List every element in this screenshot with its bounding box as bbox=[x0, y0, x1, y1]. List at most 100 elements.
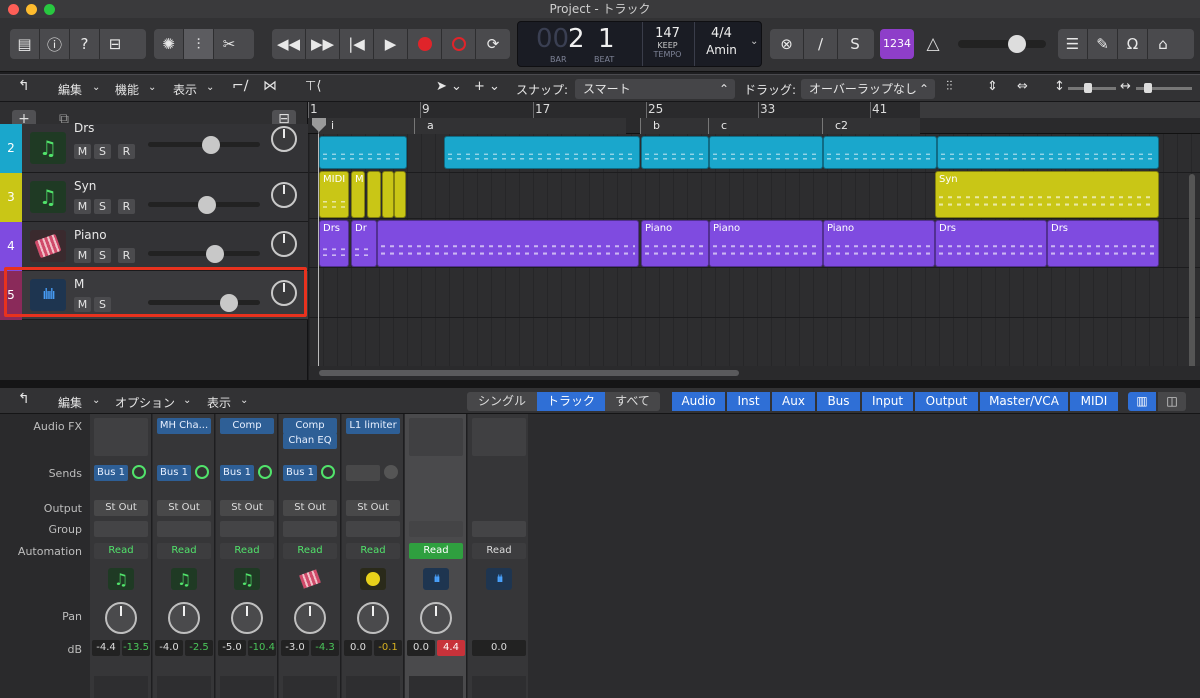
note-pad-icon[interactable]: ✎ bbox=[1088, 29, 1118, 59]
audio-fx-slot[interactable]: MH Cha... bbox=[157, 418, 211, 434]
fader-knob[interactable] bbox=[206, 245, 224, 263]
audio-fx-slot[interactable]: Comp bbox=[220, 418, 274, 434]
horizontal-zoom-slider[interactable] bbox=[1136, 83, 1192, 93]
volume-db-value[interactable]: -4.0 bbox=[155, 640, 183, 656]
tempo-display[interactable]: 147 KEEP TEMPO bbox=[642, 22, 692, 66]
horizontal-scrollbar[interactable] bbox=[309, 366, 1200, 380]
peak-db-value[interactable]: -2.5 bbox=[185, 640, 213, 656]
mixer-view-menu[interactable]: 表示 bbox=[207, 394, 231, 411]
fader-knob[interactable] bbox=[202, 136, 220, 154]
fader-area[interactable] bbox=[157, 676, 211, 698]
solo-button-icon[interactable]: S bbox=[838, 29, 872, 59]
filter-midi-button[interactable]: MIDI bbox=[1070, 392, 1118, 411]
vertical-scrollbar[interactable] bbox=[1189, 174, 1195, 374]
filter-audio-button[interactable]: Audio bbox=[672, 392, 725, 411]
track-name[interactable]: Drs bbox=[74, 121, 94, 135]
region-syn[interactable] bbox=[394, 171, 406, 218]
replace-record-button[interactable] bbox=[442, 29, 476, 59]
fader-knob[interactable] bbox=[198, 196, 216, 214]
region-drs[interactable] bbox=[823, 136, 937, 169]
region-piano[interactable]: Piano bbox=[709, 220, 823, 267]
record-enable-button[interactable]: R bbox=[118, 144, 135, 159]
group-slot[interactable] bbox=[220, 521, 274, 537]
region-drs[interactable] bbox=[444, 136, 640, 169]
browser-icon[interactable]: ⌂ bbox=[1148, 29, 1178, 59]
region-drs[interactable]: Drs bbox=[935, 220, 1047, 267]
fader-area[interactable] bbox=[220, 676, 274, 698]
fader-area[interactable] bbox=[283, 676, 337, 698]
send-slot[interactable]: Bus 1 bbox=[283, 465, 317, 481]
peak-db-value[interactable]: -0.1 bbox=[374, 640, 402, 656]
send-empty-slot[interactable] bbox=[346, 465, 380, 481]
pan-knob[interactable] bbox=[271, 182, 297, 208]
functions-menu[interactable]: 機能 bbox=[115, 81, 139, 98]
lcd-mode-chevron-icon[interactable]: ⌄ bbox=[750, 36, 758, 47]
zoom-window-button[interactable] bbox=[44, 4, 55, 15]
minimize-window-button[interactable] bbox=[26, 4, 37, 15]
mute-button[interactable]: M bbox=[74, 248, 91, 263]
record-button[interactable] bbox=[408, 29, 442, 59]
signature-display[interactable]: 4/4 Amin bbox=[694, 22, 748, 66]
mixer-options-menu[interactable]: オプション bbox=[115, 394, 175, 411]
split-divider[interactable] bbox=[0, 380, 1200, 388]
fast-forward-icon[interactable]: ▶▶ bbox=[306, 29, 340, 59]
region-drs[interactable] bbox=[937, 136, 1159, 169]
library-icon[interactable]: ▤ bbox=[10, 29, 40, 59]
automation-mode-button[interactable]: Read bbox=[472, 543, 526, 559]
automation-mode-button[interactable]: Read bbox=[346, 543, 400, 559]
pan-knob[interactable] bbox=[357, 602, 389, 634]
send-slot[interactable]: Bus 1 bbox=[157, 465, 191, 481]
region-piano-block[interactable] bbox=[377, 220, 639, 267]
filter-aux-button[interactable]: Aux bbox=[772, 392, 815, 411]
group-slot[interactable] bbox=[94, 521, 148, 537]
volume-fader[interactable] bbox=[148, 196, 260, 214]
region-drs[interactable]: Drs bbox=[319, 220, 349, 267]
region-piano[interactable]: Piano bbox=[823, 220, 935, 267]
filter-input-button[interactable]: Input bbox=[862, 392, 913, 411]
mixer-icon[interactable]: ⫶ bbox=[184, 29, 214, 59]
master-volume-slider[interactable] bbox=[958, 35, 1046, 53]
marker[interactable]: i bbox=[318, 118, 414, 134]
automation-mode-button[interactable]: Read bbox=[94, 543, 148, 559]
metronome-icon[interactable]: △ bbox=[918, 29, 948, 59]
group-slot[interactable] bbox=[409, 521, 463, 537]
output-slot[interactable]: St Out bbox=[157, 500, 211, 516]
filter-output-button[interactable]: Output bbox=[915, 392, 978, 411]
region-drs[interactable]: Drs bbox=[1047, 220, 1159, 267]
scroll-thumb[interactable] bbox=[319, 370, 739, 376]
marker[interactable]: b bbox=[640, 118, 708, 134]
pan-knob[interactable] bbox=[420, 602, 452, 634]
send-level-knob[interactable] bbox=[132, 465, 146, 479]
send-level-knob[interactable] bbox=[384, 465, 398, 479]
audio-fx-empty-slot[interactable] bbox=[94, 418, 148, 456]
fader-area[interactable] bbox=[409, 676, 463, 698]
region-midi[interactable]: MIDI bbox=[319, 171, 349, 218]
volume-fader[interactable] bbox=[148, 136, 260, 154]
list-editors-icon[interactable]: ⊗ bbox=[770, 29, 804, 59]
position-display[interactable]: 00 2 1 BAR BEAT bbox=[518, 22, 640, 66]
group-slot[interactable] bbox=[157, 521, 211, 537]
volume-db-value[interactable]: -5.0 bbox=[218, 640, 246, 656]
mixer-edit-menu[interactable]: 編集 bbox=[58, 394, 82, 411]
drag-select[interactable]: オーバーラップなし ⌃ bbox=[801, 79, 935, 99]
filter-bus-button[interactable]: Bus bbox=[817, 392, 860, 411]
group-slot[interactable] bbox=[346, 521, 400, 537]
snap-select[interactable]: スマート ⌃ bbox=[575, 79, 735, 99]
automation-mode-button[interactable]: Read bbox=[283, 543, 337, 559]
audio-fx-slot[interactable]: L1 limiter bbox=[346, 418, 400, 434]
region-drs[interactable] bbox=[709, 136, 823, 169]
send-slot[interactable]: Bus 1 bbox=[94, 465, 128, 481]
pan-knob[interactable] bbox=[168, 602, 200, 634]
solo-button[interactable]: S bbox=[94, 144, 111, 159]
record-enable-button[interactable]: R bbox=[118, 248, 135, 263]
pan-knob[interactable] bbox=[271, 126, 297, 152]
volume-db-value[interactable]: 0.0 bbox=[344, 640, 372, 656]
fader-area[interactable] bbox=[94, 676, 148, 698]
record-enable-button[interactable]: R bbox=[118, 199, 135, 214]
output-slot[interactable]: St Out bbox=[220, 500, 274, 516]
flex-icon[interactable]: ⋈ bbox=[263, 78, 277, 94]
pan-knob[interactable] bbox=[105, 602, 137, 634]
pan-knob[interactable] bbox=[271, 231, 297, 257]
track-name[interactable]: Syn bbox=[74, 179, 96, 193]
back-arrow-icon[interactable]: ↰ bbox=[18, 78, 30, 94]
